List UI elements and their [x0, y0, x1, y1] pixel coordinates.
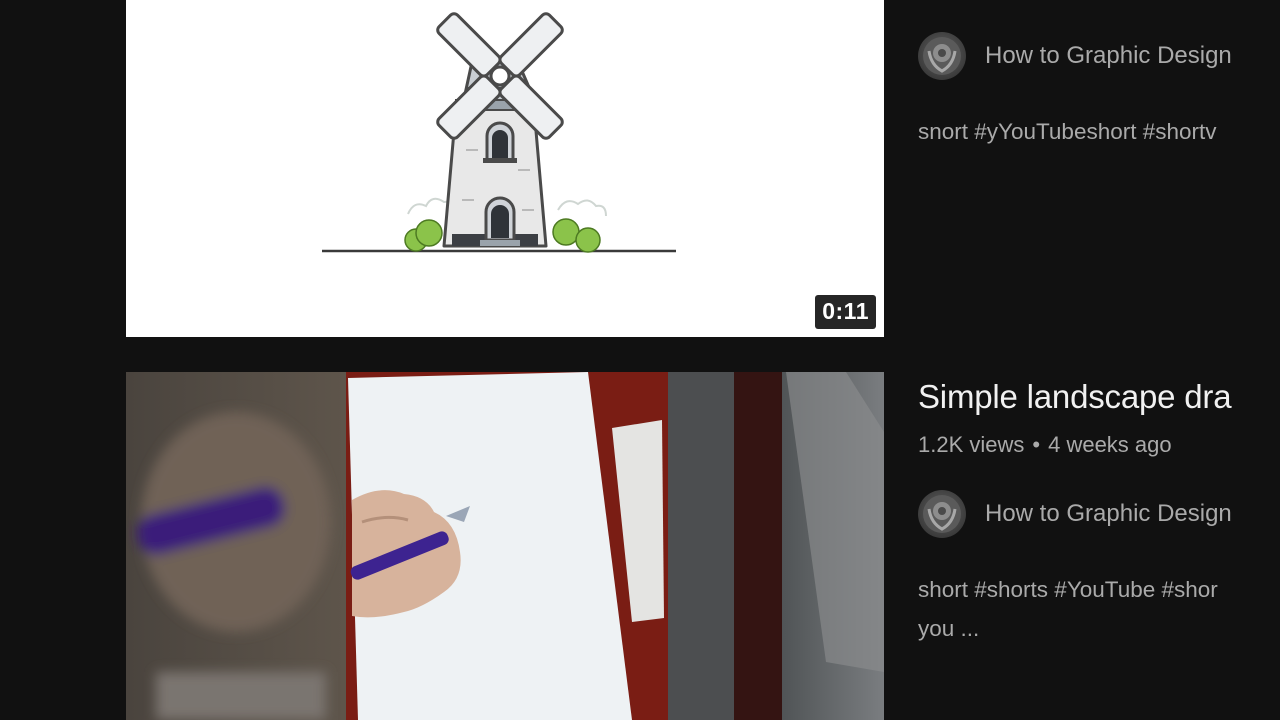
- hand-drawing-photo: [126, 372, 884, 720]
- stats-separator: •: [1032, 432, 1041, 457]
- video-item-2[interactable]: Simple landscape dra 1.2K views • 4 weeks …: [126, 372, 1280, 720]
- view-count: 1.2K views: [918, 432, 1025, 457]
- video-item-1[interactable]: 0:11 How to Graphic Design snort #yYouTu…: [126, 0, 1280, 337]
- video-description: short #shorts #YouTube #shor you ...: [918, 570, 1218, 648]
- channel-name[interactable]: How to Graphic Design: [985, 500, 1232, 528]
- channel-name[interactable]: How to Graphic Design: [985, 42, 1232, 70]
- description-line-2: you ...: [918, 616, 980, 641]
- channel-link-2[interactable]: How to Graphic Design: [918, 490, 1232, 538]
- video-title[interactable]: Simple landscape dra: [918, 378, 1232, 416]
- windmill-illustration: [322, 12, 676, 253]
- video-thumbnail-2[interactable]: [126, 372, 884, 720]
- description-line-1: short #shorts #YouTube #shor: [918, 577, 1218, 602]
- video-stats: 1.2K views • 4 weeks ago: [918, 432, 1172, 458]
- video-duration-badge: 0:11: [815, 295, 876, 329]
- upload-age: 4 weeks ago: [1048, 432, 1172, 457]
- video-description: snort #yYouTubeshort #shortv: [918, 119, 1217, 144]
- channel-avatar-icon[interactable]: [918, 32, 966, 80]
- channel-avatar-icon[interactable]: [918, 490, 966, 538]
- channel-link-1[interactable]: How to Graphic Design: [918, 32, 1232, 80]
- video-thumbnail-1[interactable]: 0:11: [126, 0, 884, 337]
